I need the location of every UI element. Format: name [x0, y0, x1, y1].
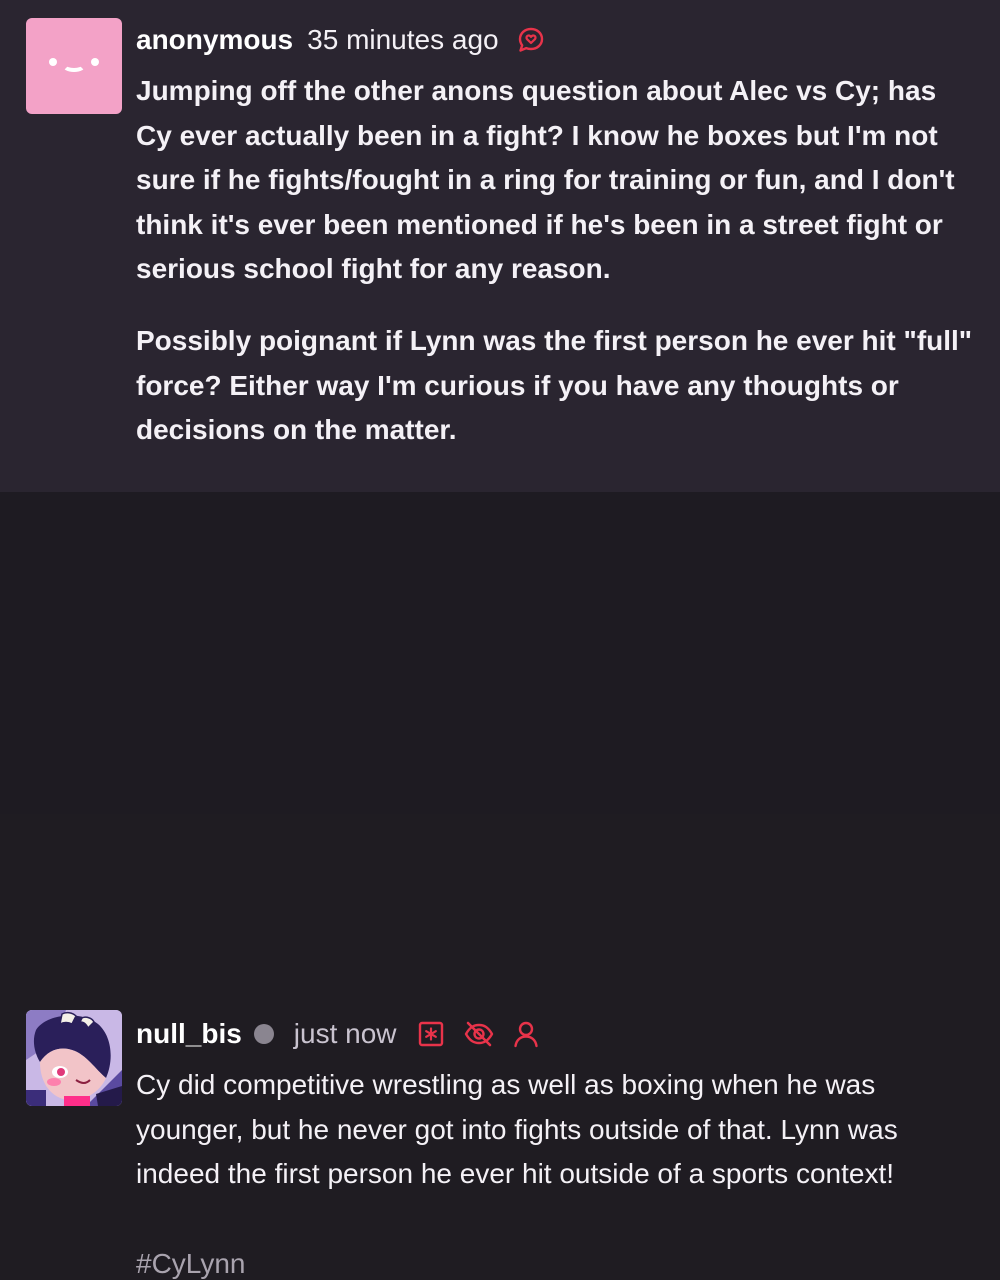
ask-username[interactable]: anonymous [136, 24, 293, 56]
avatar-eye-left [49, 58, 57, 66]
user-icon[interactable] [513, 1020, 539, 1048]
ask-post: anonymous 35 minutes ago Jumping off the… [0, 0, 1000, 492]
anonymous-avatar[interactable] [26, 18, 122, 114]
avatar-eye-right [91, 58, 99, 66]
eye-slash-icon[interactable] [463, 1020, 495, 1048]
status-dot [253, 1024, 274, 1044]
ask-question-text-2: Possibly poignant if Lynn was the first … [136, 325, 973, 445]
answer-text: Cy did competitive wrestling as well as … [136, 1069, 898, 1189]
ask-question-text-1: Jumping off the other anons question abo… [136, 75, 955, 284]
answer-post: null_bis just now Cy did competitive wre… [0, 492, 1000, 1279]
null-bis-avatar[interactable] [26, 1010, 122, 1106]
ask-bubble-heart-icon [517, 26, 545, 54]
ask-question-paragraph-2: Possibly poignant if Lynn was the first … [136, 319, 976, 453]
avatar-smile [62, 58, 86, 72]
answer-paragraph: Cy did competitive wrestling as well as … [136, 1063, 976, 1197]
answer-username[interactable]: null_bis [136, 1018, 242, 1050]
answer-timestamp[interactable]: just now [294, 1018, 397, 1050]
ask-question-paragraph-1: Jumping off the other anons question abo… [136, 69, 976, 292]
ask-header: anonymous 35 minutes ago [136, 20, 545, 60]
asterisk-box-icon [417, 1020, 445, 1048]
post-tag[interactable]: #CyLynn [136, 1248, 245, 1280]
ask-timestamp[interactable]: 35 minutes ago [307, 24, 498, 56]
answer-header: null_bis just now [136, 1014, 539, 1054]
